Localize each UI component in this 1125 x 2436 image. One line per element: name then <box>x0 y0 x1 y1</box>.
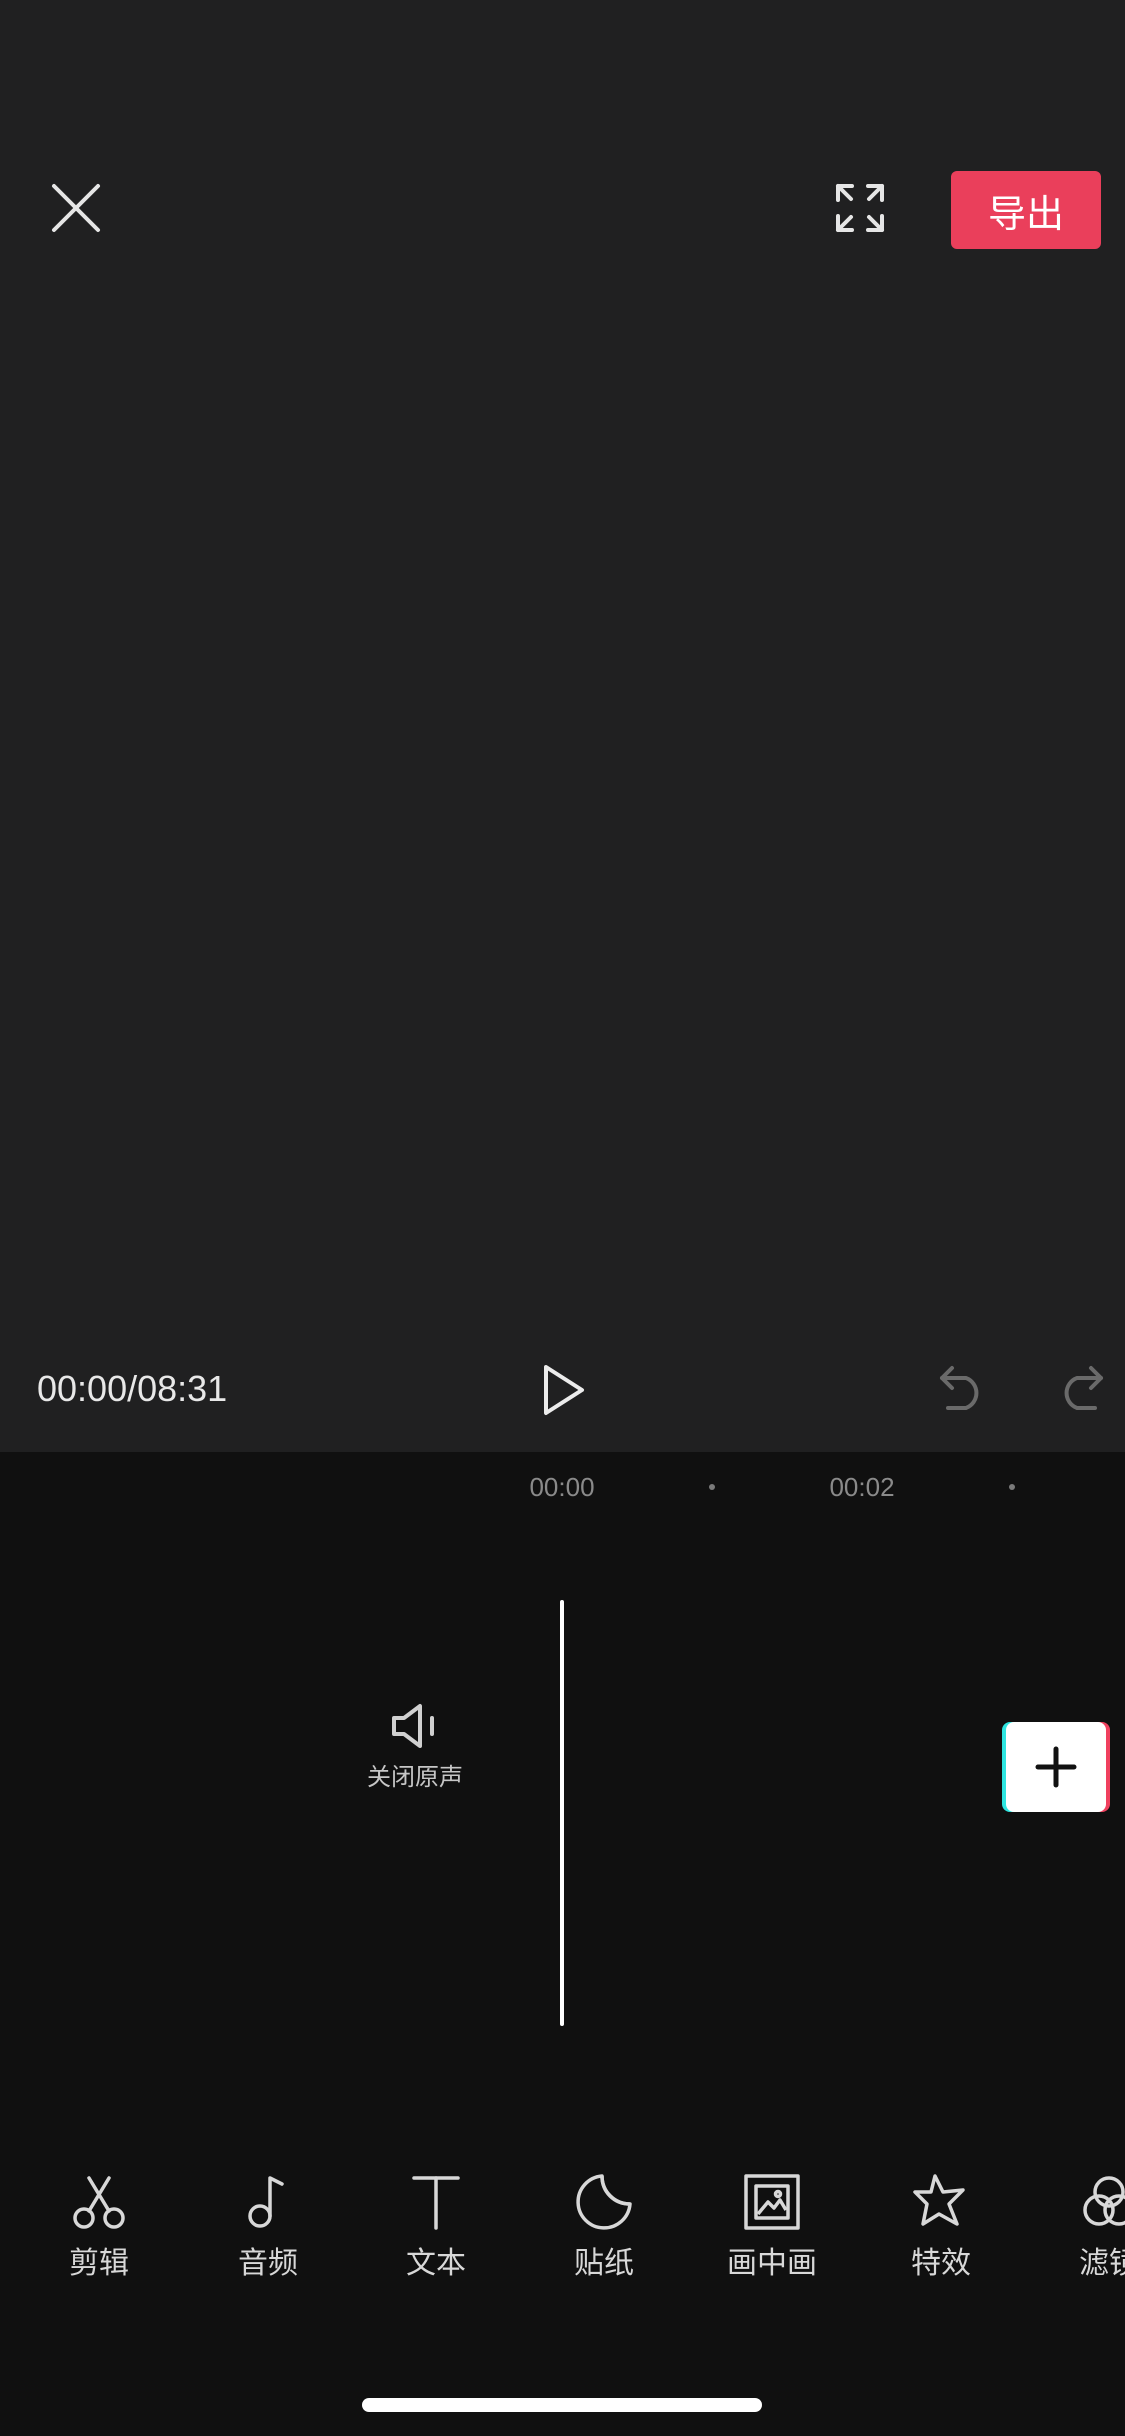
add-clip-button[interactable] <box>1006 1722 1106 1812</box>
ruler-label: 00:00 <box>529 1472 595 1502</box>
redo-icon <box>1064 1366 1103 1410</box>
tool-effects[interactable]: 特效 <box>871 2170 1011 2284</box>
tool-label: 音频 <box>238 2246 298 2281</box>
tool-picture-in-picture[interactable]: 画中画 <box>702 2170 842 2284</box>
scissors-icon <box>73 2176 125 2229</box>
export-button[interactable]: 导出 <box>951 171 1101 249</box>
star-effects-icon <box>913 2174 965 2226</box>
text-icon <box>412 2176 460 2230</box>
mute-original-audio-button[interactable]: 关闭原声 <box>355 1700 475 1810</box>
fullscreen-icon <box>836 184 884 232</box>
redo-button[interactable] <box>1055 1364 1105 1412</box>
home-indicator[interactable] <box>362 2398 762 2412</box>
filter-icon <box>1083 2176 1125 2226</box>
plus-icon <box>1035 1746 1077 1788</box>
close-icon <box>52 184 100 232</box>
bottom-toolbar: 剪辑 音频 文本 贴纸 画中画 特效 滤镜 <box>0 2170 1125 2310</box>
ruler-tick <box>1009 1484 1015 1490</box>
close-button[interactable] <box>48 180 104 236</box>
ruler-tick <box>709 1484 715 1490</box>
tool-filter[interactable]: 滤镜 <box>1039 2170 1125 2284</box>
tool-label: 画中画 <box>727 2246 817 2281</box>
tool-audio[interactable]: 音频 <box>198 2170 338 2284</box>
tool-label: 贴纸 <box>574 2246 634 2281</box>
tool-label: 文本 <box>406 2246 466 2281</box>
ruler-label: 00:02 <box>829 1472 895 1502</box>
tool-label: 剪辑 <box>69 2246 129 2281</box>
sticker-icon <box>576 2174 632 2230</box>
tool-edit[interactable]: 剪辑 <box>29 2170 169 2284</box>
tool-text[interactable]: 文本 <box>366 2170 506 2284</box>
mute-original-audio-label: 关闭原声 <box>367 1763 463 1791</box>
tool-label: 特效 <box>911 2246 971 2281</box>
picture-in-picture-icon <box>744 2174 800 2230</box>
tool-sticker[interactable]: 贴纸 <box>534 2170 674 2284</box>
fullscreen-button[interactable] <box>834 182 886 234</box>
timecode: 00:00/08:31 <box>37 1368 228 1409</box>
play-icon <box>544 1365 584 1415</box>
tool-label: 滤镜 <box>1079 2246 1125 2281</box>
undo-icon <box>940 1366 979 1410</box>
playhead[interactable] <box>560 1600 564 2026</box>
speaker-icon <box>392 1704 434 1748</box>
undo-button[interactable] <box>938 1364 988 1412</box>
music-note-icon <box>248 2176 284 2228</box>
play-button[interactable] <box>538 1362 590 1418</box>
